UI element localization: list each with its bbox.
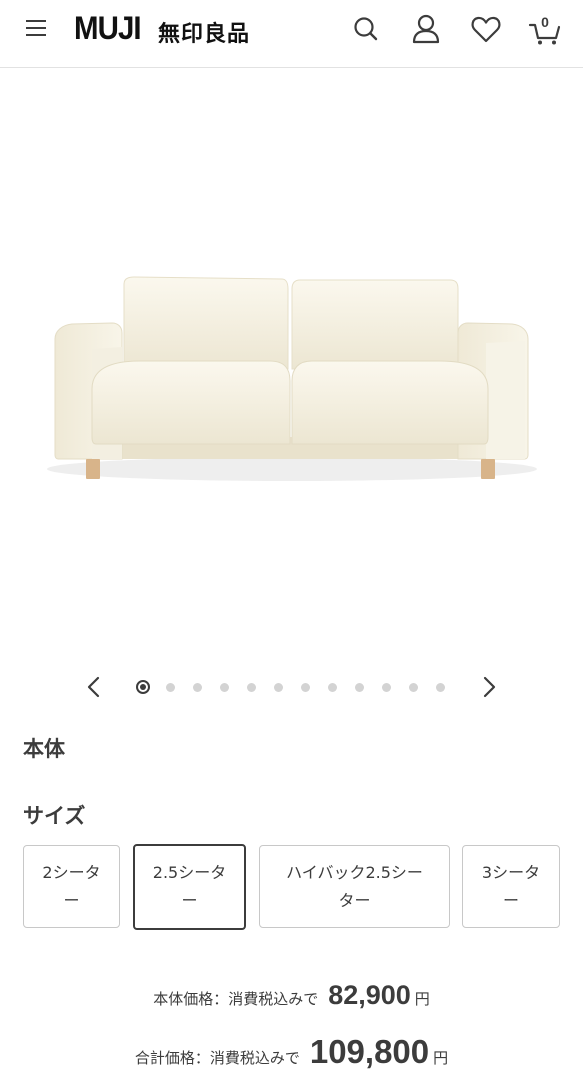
muji-logo[interactable]: MUJI <box>74 10 142 47</box>
size-option-label: ー <box>63 890 80 910</box>
account-icon[interactable] <box>409 12 443 46</box>
menu-icon[interactable] <box>26 20 48 38</box>
size-option-label: 2.5シータ <box>152 863 227 882</box>
carousel-dot[interactable] <box>220 682 229 692</box>
size-option-label: ー <box>502 890 519 910</box>
cart-count-badge: 0 <box>541 14 549 30</box>
carousel-dot[interactable] <box>274 682 283 692</box>
carousel-dot[interactable] <box>355 682 364 692</box>
carousel-dot[interactable] <box>247 682 256 692</box>
body-price-value: 82,900 <box>328 980 411 1010</box>
size-option-label: 2シータ <box>42 862 101 882</box>
size-options: 2シーター 2.5シーター ハイバック2.5シー ター 3シーター <box>23 844 563 931</box>
body-price-currency: 円 <box>414 990 430 1008</box>
size-option-3-seater[interactable]: 3シーター <box>462 845 560 928</box>
carousel-dot[interactable] <box>166 682 175 692</box>
sofa-image[interactable] <box>0 69 583 659</box>
carousel-dot[interactable] <box>136 680 150 694</box>
size-option-highback-2-5-seater[interactable]: ハイバック2.5シー ター <box>259 845 450 928</box>
total-price-value: 109,800 <box>309 1033 430 1070</box>
size-option-2-5-seater[interactable]: 2.5シーター <box>133 844 246 930</box>
heart-icon[interactable] <box>469 12 503 46</box>
total-price-row: 合計価格：消費税込みで 109,800 円 <box>0 1033 583 1071</box>
search-icon[interactable] <box>349 12 383 46</box>
size-option-label: ター <box>338 890 371 910</box>
carousel-dot[interactable] <box>193 682 202 692</box>
size-option-label: ハイバック2.5シー <box>286 862 423 882</box>
cart-icon[interactable]: 0 <box>528 12 562 46</box>
carousel-dots <box>136 680 463 694</box>
body-price-row: 本体価格：消費税込みで 82,900 円 <box>0 980 583 1011</box>
size-section-title: サイズ <box>23 804 86 828</box>
chevron-left-icon[interactable] <box>80 673 108 701</box>
size-option-label: 3シータ <box>481 862 541 882</box>
mujirushi-logo[interactable]: 無印良品 <box>158 16 250 48</box>
carousel-dot[interactable] <box>328 682 337 692</box>
site-header: MUJI 無印良品 0 <box>0 0 583 68</box>
carousel-dot[interactable] <box>382 682 391 692</box>
carousel-dot[interactable] <box>409 682 418 692</box>
image-carousel-controls <box>0 670 583 704</box>
total-price-label: 合計価格：消費税込みで <box>134 1049 300 1067</box>
body-section-title: 本体 <box>23 737 65 761</box>
carousel-dot[interactable] <box>301 682 310 692</box>
carousel-dot[interactable] <box>436 682 445 692</box>
size-option-label: ー <box>181 891 198 910</box>
size-option-2-seater[interactable]: 2シーター <box>23 845 120 928</box>
total-price-currency: 円 <box>433 1049 449 1067</box>
chevron-right-icon[interactable] <box>475 673 503 701</box>
body-price-label: 本体価格：消費税込みで <box>153 990 319 1008</box>
